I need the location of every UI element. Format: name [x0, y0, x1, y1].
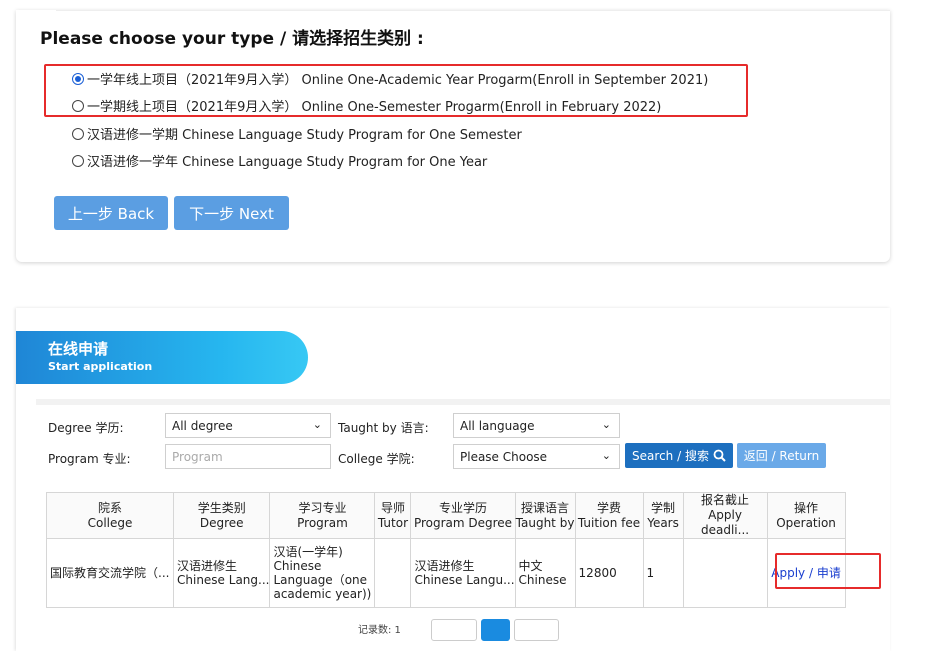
radio-unselected-icon[interactable]: [72, 154, 84, 167]
cell-program-degree: 汉语进修生 Chinese Langu...: [410, 538, 516, 608]
degree-select-value: All degree: [172, 418, 233, 433]
choose-type-title: Please choose your type / 请选择招生类别 :: [40, 29, 424, 49]
pager-next-button[interactable]: [514, 619, 559, 641]
college-label: College 学院:: [338, 452, 415, 466]
card-top-divider: [56, 10, 890, 11]
degree-select[interactable]: All degree ⌄: [165, 413, 331, 438]
col-header-deadline: 报名截止 Apply deadli...: [682, 492, 768, 539]
cell-college: 国际教育交流学院（...: [46, 538, 174, 608]
highlight-box-online-options: [44, 64, 748, 117]
col-header-program-degree: 专业学历 Program Degree: [410, 492, 516, 539]
col-header-college: 院系 College: [46, 492, 174, 539]
option-label: 汉语进修一学年 Chinese Language Study Program f…: [87, 155, 488, 170]
college-select[interactable]: Please Choose ⌄: [453, 444, 620, 469]
table-header-row: 院系 College 学生类别 Degree 学习专业 Program 导师 Tutor…: [46, 492, 846, 539]
cell-degree: 汉语进修生 Chinese Lang...: [172, 538, 271, 608]
col-header-program: 学习专业 Program: [269, 492, 376, 539]
cell-tuition: 12800: [574, 538, 644, 608]
col-header-tutor: 导师 Tutor: [374, 492, 412, 539]
chevron-down-icon: ⌄: [601, 449, 611, 462]
program-table: 院系 College 学生类别 Degree 学习专业 Program 导师 Tutor…: [46, 492, 846, 608]
back-button[interactable]: 上一步 Back: [54, 196, 168, 230]
cell-tutor: [374, 538, 412, 608]
search-button[interactable]: Search / 搜索: [625, 443, 733, 468]
search-button-label: Search / 搜索: [632, 449, 709, 463]
col-header-operation: 操作 Operation: [766, 492, 846, 539]
col-header-tuition: 学费 Tuition fee: [574, 492, 644, 539]
filter-separator: [36, 399, 890, 405]
next-button[interactable]: 下一步 Next: [174, 196, 289, 230]
col-header-taught-by: 授课语言 Taught by: [514, 492, 576, 539]
language-select[interactable]: All language ⌄: [453, 413, 620, 438]
college-select-value: Please Choose: [460, 449, 548, 464]
chevron-down-icon: ⌄: [312, 418, 322, 431]
cell-program: 汉语(一学年) Chinese Language（one academic year)…: [269, 538, 376, 608]
pager-page-current[interactable]: [481, 619, 510, 641]
degree-label: Degree 学历:: [48, 421, 124, 435]
record-count: 记录数: 1: [358, 625, 401, 636]
chevron-down-icon: ⌄: [601, 418, 611, 431]
return-button[interactable]: 返回 / Return: [737, 443, 826, 468]
taught-by-label: Taught by 语言:: [338, 421, 429, 435]
language-select-value: All language: [460, 418, 535, 433]
option-label: 汉语进修一学期 Chinese Language Study Program f…: [87, 128, 522, 143]
cell-years: 1: [642, 538, 684, 608]
table-row: 国际教育交流学院（... 汉语进修生 Chinese Lang... 汉语(一学年…: [46, 538, 846, 608]
highlight-box-apply: [775, 553, 881, 589]
option-chinese-one-semester[interactable]: 汉语进修一学期 Chinese Language Study Program f…: [72, 124, 522, 143]
option-chinese-one-year[interactable]: 汉语进修一学年 Chinese Language Study Program f…: [72, 151, 487, 170]
program-label: Program 专业:: [48, 452, 131, 466]
application-subtitle: Start application: [48, 360, 153, 373]
cell-deadline: [682, 538, 768, 608]
radio-unselected-icon[interactable]: [72, 127, 84, 140]
program-input[interactable]: Program: [165, 444, 331, 469]
page: Please choose your type / 请选择招生类别 : 一学年线…: [0, 0, 930, 651]
cell-taught-by: 中文 Chinese: [514, 538, 576, 608]
application-title: 在线申请: [48, 340, 109, 358]
col-header-degree: 学生类别 Degree: [172, 492, 271, 539]
search-icon: [713, 449, 726, 462]
pager-prev-button[interactable]: [431, 619, 477, 641]
col-header-years: 学制 Years: [642, 492, 684, 539]
